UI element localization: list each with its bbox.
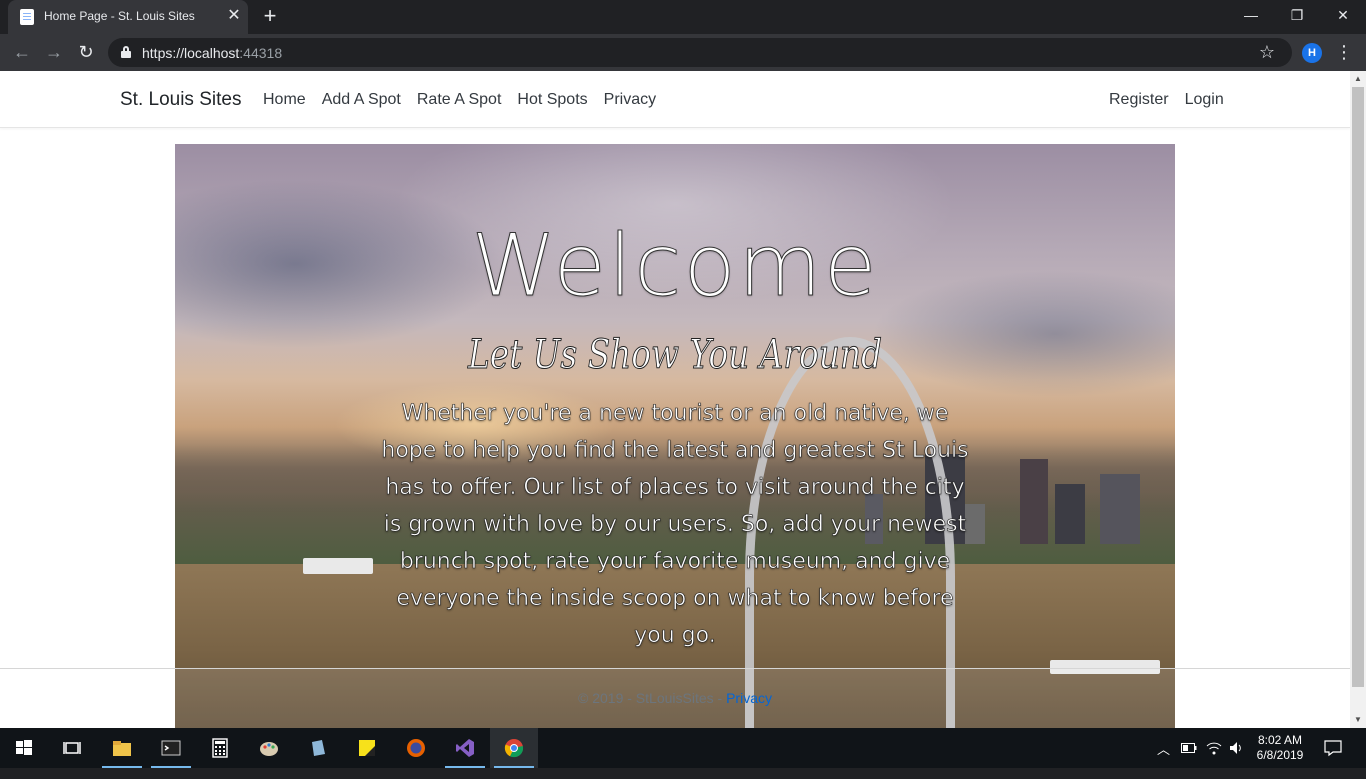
nav-rate-a-spot[interactable]: Rate A Spot [417,91,502,109]
taskbar-visual-studio[interactable] [441,728,489,768]
sticky-note-icon [359,740,375,756]
page-favicon-icon [20,9,34,25]
nav-hot-spots[interactable]: Hot Spots [517,91,587,109]
tab-close-icon[interactable]: ✕ [224,6,244,26]
task-view-button[interactable] [48,728,96,768]
visual-studio-icon [456,739,474,757]
clock-date: 6/8/2019 [1256,748,1304,762]
paint-palette-icon [260,742,278,756]
windows-taskbar: ︿ 8:02 AM 6/8/2019 [0,728,1366,768]
reload-icon[interactable]: ↻ [73,39,99,65]
scroll-down-icon[interactable]: ▼ [1350,712,1366,728]
site-navbar: St. Louis Sites Home Add A Spot Rate A S… [0,71,1350,128]
start-button[interactable] [0,728,48,768]
windows-logo-icon [16,740,32,755]
taskbar-calculator[interactable] [196,728,244,768]
taskbar-editor[interactable] [294,728,342,768]
battery-icon[interactable] [1181,742,1197,754]
chrome-icon [504,739,524,758]
hero-banner: Welcome Let Us Show You Around Whether y… [175,144,1175,728]
browser-tab-strip: Home Page - St. Louis Sites ✕ + — ❐ ✕ [0,0,1366,34]
restore-icon[interactable]: ❐ [1274,0,1320,30]
volume-icon[interactable] [1228,740,1244,756]
footer-copyright: © 2019 - StLouisSites - [578,690,727,706]
address-bar[interactable]: https://localhost:44318 ☆ [108,38,1292,67]
taskbar-terminal[interactable] [147,728,195,768]
chrome-menu-icon[interactable]: ⋮ [1334,39,1354,65]
nav-home[interactable]: Home [263,91,306,109]
scroll-up-icon[interactable]: ▲ [1350,71,1366,87]
window-close-icon[interactable]: ✕ [1320,0,1366,30]
main-nav: Home Add A Spot Rate A Spot Hot Spots Pr… [263,91,656,109]
site-footer: © 2019 - StLouisSites - Privacy [0,690,1350,706]
tab-title: Home Page - St. Louis Sites [44,9,195,23]
new-tab-icon[interactable]: + [258,4,282,28]
footer-privacy-link[interactable]: Privacy [726,690,772,706]
taskbar-paint[interactable] [245,728,293,768]
taskbar-chrome[interactable] [490,728,538,768]
firefox-icon [407,739,425,757]
wifi-icon[interactable] [1206,740,1222,756]
account-nav: Register Login [1109,91,1224,109]
hero-title: Welcome [471,216,879,317]
taskbar-file-explorer[interactable] [98,728,146,768]
terminal-icon [161,740,181,756]
forward-arrow-icon[interactable]: → [41,39,67,65]
calculator-icon [212,738,228,758]
notebook-icon [312,740,325,756]
notifications-icon[interactable] [1324,739,1342,757]
site-brand[interactable]: St. Louis Sites [120,89,241,111]
page-viewport: St. Louis Sites Home Add A Spot Rate A S… [0,71,1350,728]
lock-icon[interactable] [121,46,131,58]
bookmark-star-icon[interactable]: ☆ [1256,41,1278,63]
hero-text: Welcome Let Us Show You Around Whether y… [175,144,1175,728]
profile-avatar[interactable]: H [1302,43,1322,63]
url-text[interactable]: https://localhost:44318 [142,45,282,61]
minimize-icon[interactable]: — [1228,0,1274,30]
nav-register[interactable]: Register [1109,91,1169,109]
taskbar-firefox[interactable] [392,728,440,768]
nav-privacy[interactable]: Privacy [604,91,656,109]
browser-toolbar: ← → ↻ https://localhost:44318 ☆ H ⋮ [0,34,1366,71]
taskbar-clock[interactable]: 8:02 AM 6/8/2019 [1248,733,1312,763]
hero-subtitle: Let Us Show You Around [467,332,883,379]
nav-add-a-spot[interactable]: Add A Spot [322,91,401,109]
taskbar-sticky-notes[interactable] [343,728,391,768]
hero-blurb: Whether you're a new tourist or an old n… [381,401,969,649]
clock-time: 8:02 AM [1257,733,1303,747]
page-scrollbar[interactable]: ▲ ▼ [1350,71,1366,728]
task-view-icon [63,742,81,754]
tray-overflow-chevron-icon[interactable]: ︿ [1157,739,1170,779]
scroll-thumb[interactable] [1352,87,1364,687]
folder-icon [113,741,131,756]
back-arrow-icon[interactable]: ← [9,39,35,65]
nav-login[interactable]: Login [1185,91,1224,109]
browser-tab-active[interactable]: Home Page - St. Louis Sites ✕ [8,0,248,34]
